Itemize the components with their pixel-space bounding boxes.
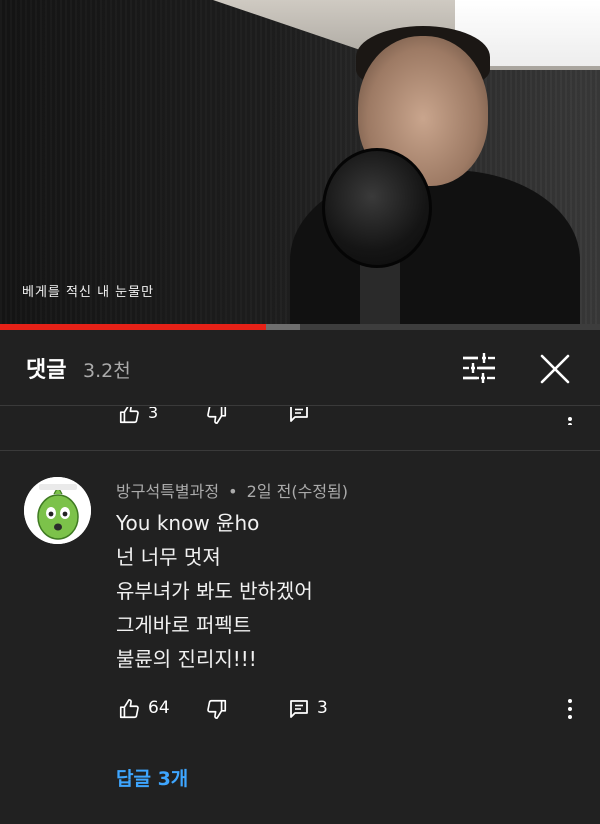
comment-line: 유부녀가 봐도 반하겠어 <box>116 579 313 603</box>
reply-icon[interactable] <box>289 699 309 719</box>
close-icon[interactable] <box>536 350 574 388</box>
more-vertical-icon[interactable] <box>562 698 578 720</box>
comments-count: 3.2천 <box>83 360 131 382</box>
comment-time: 2일 전(수정됨) <box>246 482 349 501</box>
avatar[interactable] <box>24 477 91 544</box>
thumbs-down-icon[interactable] <box>206 407 228 425</box>
comment-line: 넌 너무 멋져 <box>116 545 221 569</box>
previous-comment-actions: 3 <box>0 407 600 425</box>
comment-actions: 64 3 <box>0 696 600 724</box>
thumbs-up-icon[interactable] <box>118 407 140 425</box>
comment-body: You know 윤ho 넌 너무 멋져 유부녀가 봐도 반하겠어 그게바로 퍼… <box>116 506 313 676</box>
comment-line: 그게바로 퍼펙트 <box>116 613 252 637</box>
video-subtitle: 베게를 적신 내 눈물만 <box>22 285 155 300</box>
reply-icon[interactable] <box>289 407 309 423</box>
meta-separator: • <box>228 482 238 501</box>
like-count: 3 <box>148 407 159 422</box>
comment-meta: 방구석특별과정 • 2일 전(수정됨) <box>116 478 348 502</box>
divider <box>0 450 600 451</box>
thumbs-up-icon[interactable] <box>118 698 140 720</box>
more-vertical-icon[interactable] <box>562 407 578 425</box>
reply-count: 3 <box>317 698 328 718</box>
comment-line: You know 윤ho <box>116 511 260 535</box>
comment-author[interactable]: 방구석특별과정 <box>116 482 219 501</box>
comments-header: 댓글 3.2천 <box>0 330 600 406</box>
view-replies-button[interactable]: 답글 3개 <box>116 764 188 791</box>
like-count: 64 <box>148 698 170 718</box>
video-player[interactable]: 베게를 적신 내 눈물만 <box>0 0 600 327</box>
comments-title: 댓글 <box>26 358 67 383</box>
video-microphone <box>322 148 432 268</box>
comment-line: 불륜의 진리지!!! <box>116 647 257 671</box>
sort-filter-icon[interactable] <box>462 352 496 384</box>
thumbs-down-icon[interactable] <box>206 698 228 720</box>
